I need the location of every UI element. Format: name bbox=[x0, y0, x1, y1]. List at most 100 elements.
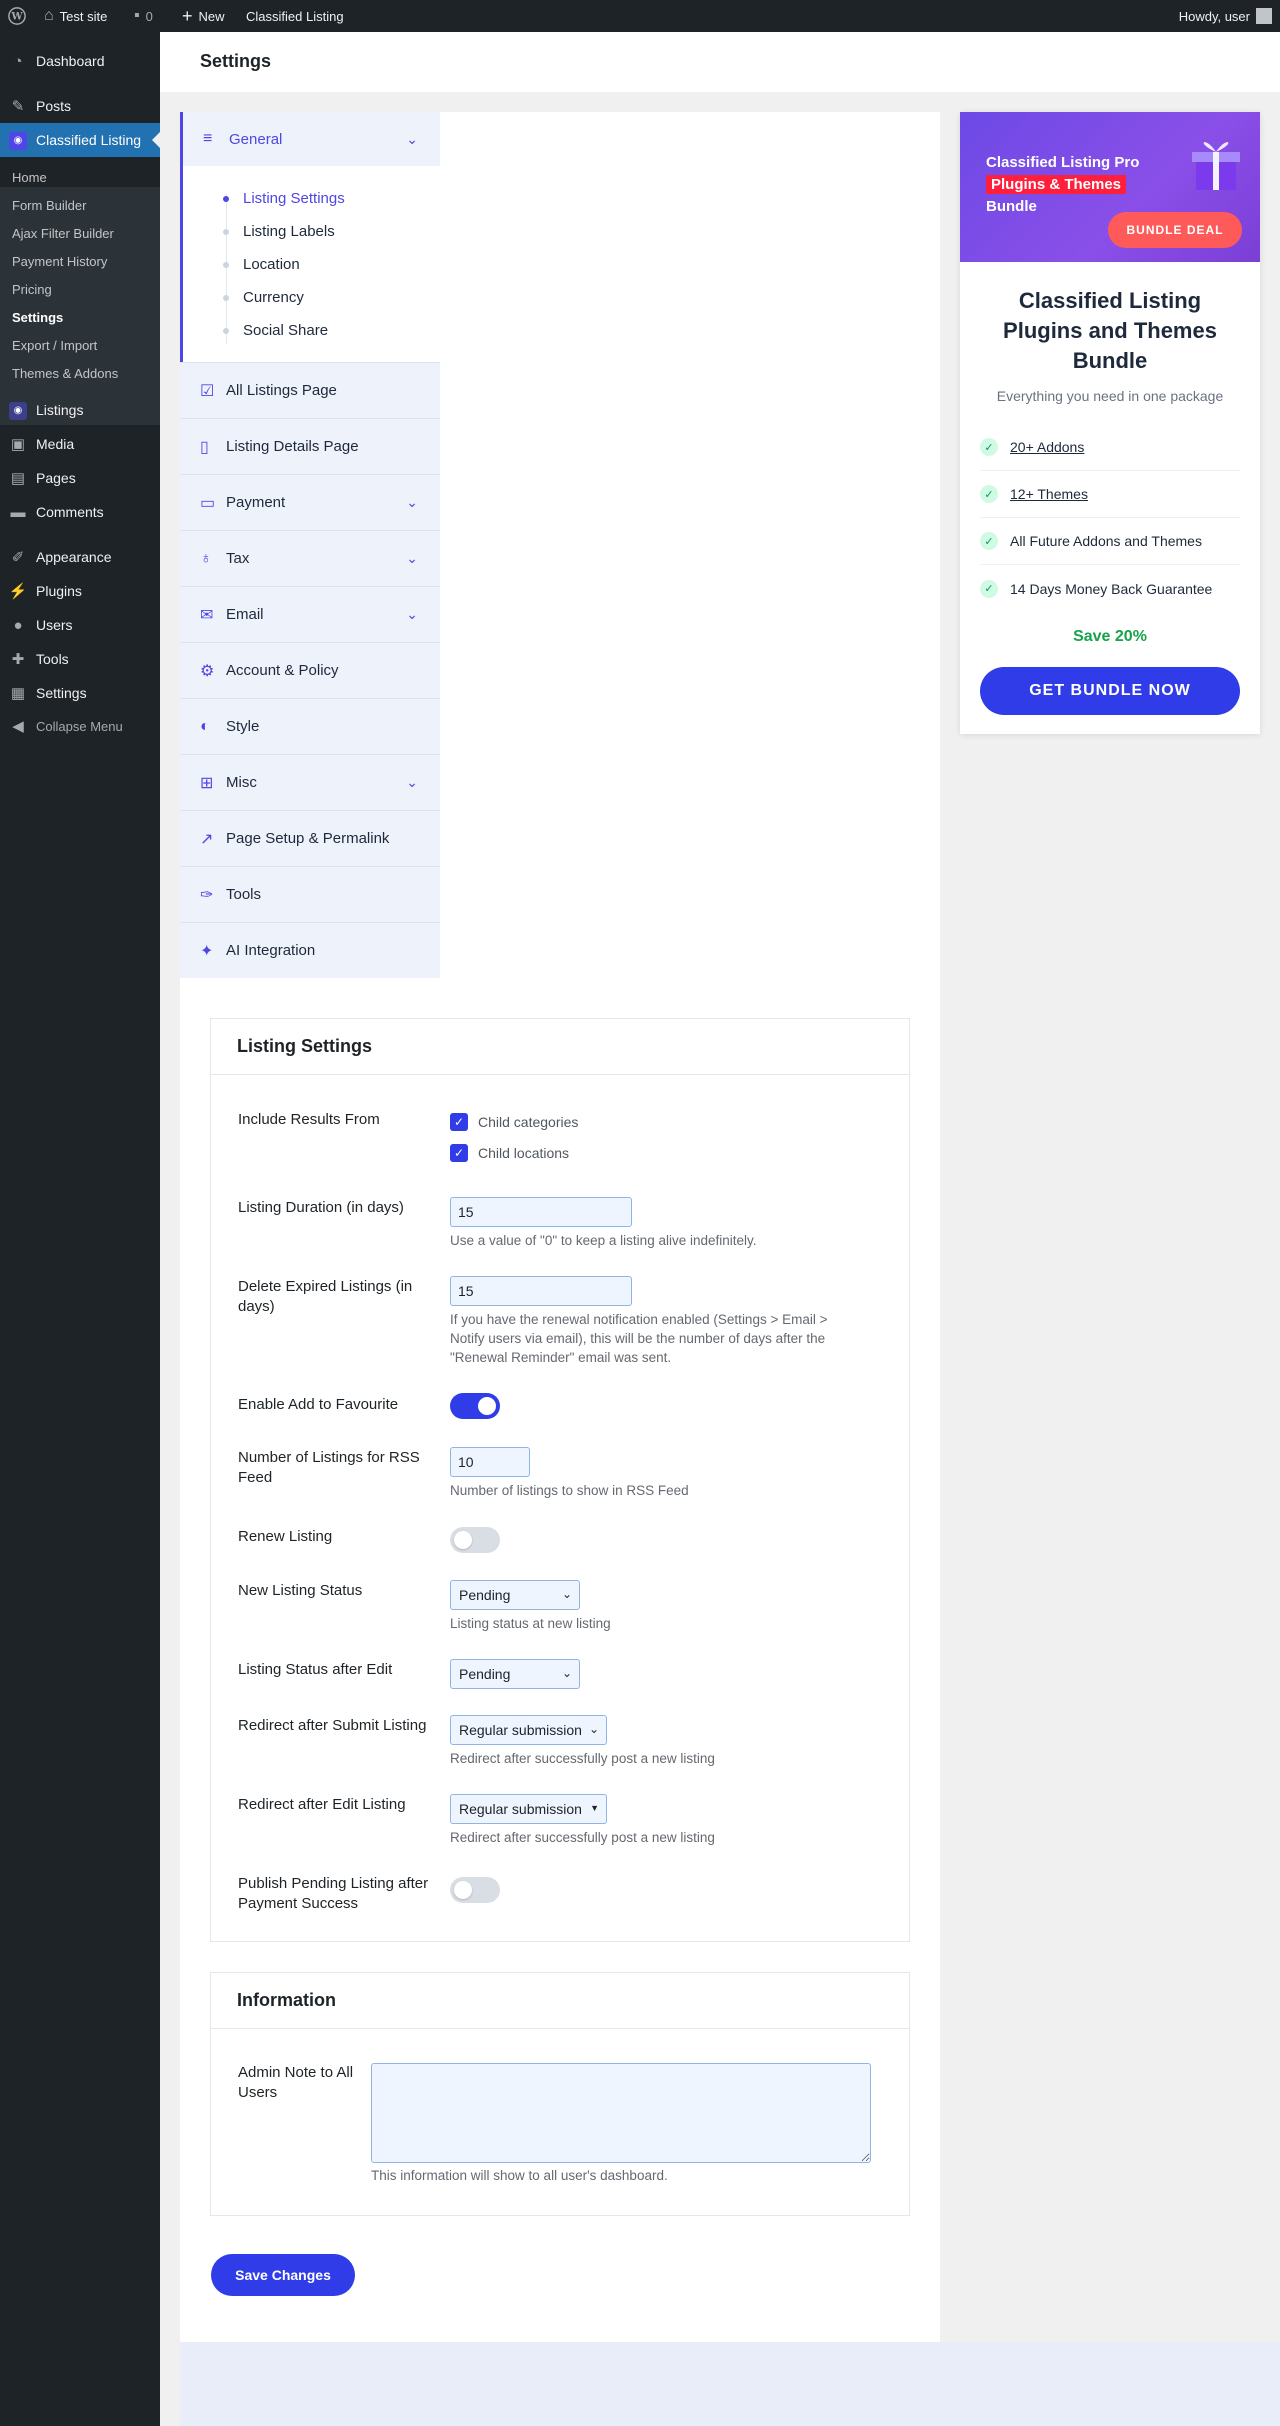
menu-label: Posts bbox=[36, 98, 72, 114]
menu-classified-listing[interactable]: ◉ Classified Listing bbox=[0, 123, 160, 157]
chevron-down-icon: ⌄ bbox=[406, 494, 418, 510]
promo-subtitle: Everything you need in one package bbox=[996, 388, 1224, 404]
chevron-down-icon: ⌄ bbox=[588, 1722, 599, 1736]
save-changes-button[interactable]: Save Changes bbox=[211, 2254, 355, 2296]
new-content-link[interactable]: + New bbox=[182, 0, 225, 32]
nav-ai-integration[interactable]: ✦ AI Integration bbox=[180, 922, 440, 978]
delete-expired-label: Delete Expired Listings (in days) bbox=[238, 1278, 413, 1315]
collapse-arrow-icon: ◀ bbox=[12, 718, 24, 735]
nav-listing-details-page[interactable]: ▯ Listing Details Page bbox=[180, 418, 440, 474]
submenu-themes-addons[interactable]: Themes & Addons bbox=[12, 366, 118, 381]
menu-media[interactable]: ▣ Media bbox=[0, 427, 160, 461]
nav-misc[interactable]: ⊞ Misc ⌄ bbox=[180, 754, 440, 810]
redirect-submit-desc: Redirect after successfully post a new l… bbox=[450, 1751, 715, 1766]
comments-link[interactable]: ▪ 0 bbox=[134, 0, 153, 32]
menu-label: Listings bbox=[36, 402, 84, 418]
subnav-social-share[interactable]: Social Share bbox=[223, 322, 328, 339]
feature-label: All Future Addons and Themes bbox=[1010, 533, 1202, 549]
nav-tools[interactable]: ✑ Tools bbox=[180, 866, 440, 922]
my-account-link[interactable]: Howdy, user bbox=[1179, 0, 1272, 32]
submenu-ajax-filter-builder[interactable]: Ajax Filter Builder bbox=[12, 226, 114, 241]
rss-feed-input[interactable]: 10 bbox=[450, 1447, 530, 1477]
subnav-listing-settings[interactable]: Listing Settings bbox=[223, 190, 345, 207]
check-circle-icon: ✓ bbox=[980, 579, 998, 598]
nav-email[interactable]: ✉ Email ⌄ bbox=[180, 586, 440, 642]
new-listing-status-desc: Listing status at new listing bbox=[450, 1616, 611, 1631]
menu-pages[interactable]: ▤ Pages bbox=[0, 461, 160, 495]
grid-icon: ⊞ bbox=[200, 774, 214, 792]
submenu-form-builder[interactable]: Form Builder bbox=[12, 198, 86, 213]
admin-note-textarea[interactable] bbox=[371, 2063, 871, 2163]
menu-dashboard[interactable]: ◔ Dashboard bbox=[0, 44, 160, 78]
filter-lines-icon: ≡ bbox=[203, 130, 213, 147]
nav-tax[interactable]: ♁ Tax ⌄ bbox=[180, 530, 440, 586]
menu-label: Plugins bbox=[36, 583, 82, 599]
child-locations-checkbox[interactable]: ✓ Child locations bbox=[450, 1144, 569, 1162]
child-categories-checkbox[interactable]: ✓ Child categories bbox=[450, 1113, 578, 1131]
new-listing-status-label: New Listing Status bbox=[238, 1582, 363, 1599]
edit-status-select[interactable]: Pending ⌄ bbox=[450, 1659, 580, 1689]
promo-title: Classified Listing Plugins and Themes Bu… bbox=[1003, 288, 1217, 373]
listings-icon: ◉ bbox=[9, 401, 27, 420]
listing-duration-input[interactable]: 15 bbox=[450, 1197, 632, 1227]
submenu-pricing[interactable]: Pricing bbox=[12, 282, 52, 297]
renew-listing-toggle[interactable] bbox=[450, 1527, 500, 1553]
nav-payment[interactable]: ▭ Payment ⌄ bbox=[180, 474, 440, 530]
nav-general[interactable]: ≡ General ⌄ bbox=[183, 112, 440, 166]
redirect-submit-select[interactable]: Regular submission ⌄ bbox=[450, 1715, 607, 1745]
check-circle-icon: ✓ bbox=[980, 485, 998, 503]
menu-users[interactable]: ● Users bbox=[0, 608, 160, 642]
get-bundle-button[interactable]: GET BUNDLE NOW bbox=[980, 667, 1240, 715]
user-icon: ● bbox=[13, 616, 23, 634]
menu-tools[interactable]: ✚ Tools bbox=[0, 642, 160, 676]
nav-style[interactable]: ◐ Style bbox=[180, 698, 440, 754]
submenu-export-import[interactable]: Export / Import bbox=[12, 338, 97, 353]
favourite-toggle[interactable] bbox=[450, 1393, 500, 1419]
admin-bar: W ⌂ Test site ▪ 0 + New Classified Listi… bbox=[0, 0, 1280, 32]
menu-posts[interactable]: ✎ Posts bbox=[0, 89, 160, 123]
nav-label: Account & Policy bbox=[226, 662, 339, 679]
nav-label: Email bbox=[226, 606, 264, 623]
wordpress-logo-icon[interactable]: W bbox=[8, 0, 26, 32]
collapse-menu-button[interactable]: ◀ Collapse Menu bbox=[0, 709, 160, 743]
nav-page-setup-permalink[interactable]: ↗ Page Setup & Permalink bbox=[180, 810, 440, 866]
feature-label: 20+ Addons bbox=[1010, 439, 1085, 455]
submenu-payment-history[interactable]: Payment History bbox=[12, 254, 107, 269]
feature-addons[interactable]: ✓ 20+ Addons bbox=[980, 424, 1240, 471]
subnav-location[interactable]: Location bbox=[223, 256, 300, 273]
promo-banner[interactable]: Classified Listing Pro Plugins & Themes … bbox=[960, 112, 1260, 262]
delete-expired-desc: If you have the renewal notification ena… bbox=[450, 1312, 828, 1365]
subnav-label: Social Share bbox=[243, 322, 329, 339]
menu-plugins[interactable]: ⚡ Plugins bbox=[0, 574, 160, 608]
bundle-deal-badge: BUNDLE DEAL bbox=[1108, 212, 1242, 248]
publish-pending-toggle[interactable] bbox=[450, 1877, 500, 1903]
menu-label: Users bbox=[36, 617, 73, 633]
classified-listing-link[interactable]: Classified Listing bbox=[246, 0, 344, 32]
submenu-home[interactable]: Home bbox=[12, 170, 47, 185]
menu-comments[interactable]: ▬ Comments bbox=[0, 495, 160, 529]
favourite-label: Enable Add to Favourite bbox=[238, 1396, 399, 1413]
toggle-knob bbox=[454, 1881, 472, 1899]
nav-all-listings-page[interactable]: ☑ All Listings Page bbox=[180, 362, 440, 418]
nav-label: Page Setup & Permalink bbox=[226, 830, 390, 847]
redirect-edit-label: Redirect after Edit Listing bbox=[238, 1796, 406, 1813]
feature-themes[interactable]: ✓ 12+ Themes bbox=[980, 471, 1240, 518]
subnav-currency[interactable]: Currency bbox=[223, 289, 304, 306]
new-listing-status-select[interactable]: Pending ⌄ bbox=[450, 1580, 580, 1610]
chevron-down-icon: ⌄ bbox=[406, 774, 418, 790]
delete-expired-input[interactable]: 15 bbox=[450, 1276, 632, 1306]
site-name-link[interactable]: ⌂ Test site bbox=[44, 0, 107, 32]
feature-future-addons: ✓ All Future Addons and Themes bbox=[980, 518, 1240, 565]
redirect-edit-select[interactable]: Regular submission ▼ bbox=[450, 1794, 607, 1824]
nav-label: Listing Details Page bbox=[226, 438, 359, 455]
menu-appearance[interactable]: ✐ Appearance bbox=[0, 540, 160, 574]
nav-label: Misc bbox=[226, 774, 257, 791]
gear-icon: ⚙ bbox=[200, 662, 215, 680]
subnav-listing-labels[interactable]: Listing Labels bbox=[223, 223, 335, 240]
feature-money-back: ✓ 14 Days Money Back Guarantee bbox=[980, 565, 1240, 612]
menu-settings[interactable]: ▦ Settings bbox=[0, 676, 160, 710]
nav-account-policy[interactable]: ⚙ Account & Policy bbox=[180, 642, 440, 698]
submenu-settings[interactable]: Settings bbox=[12, 310, 63, 325]
menu-listings[interactable]: ◉ Listings bbox=[0, 393, 160, 427]
wrench-icon: ✑ bbox=[200, 886, 214, 904]
